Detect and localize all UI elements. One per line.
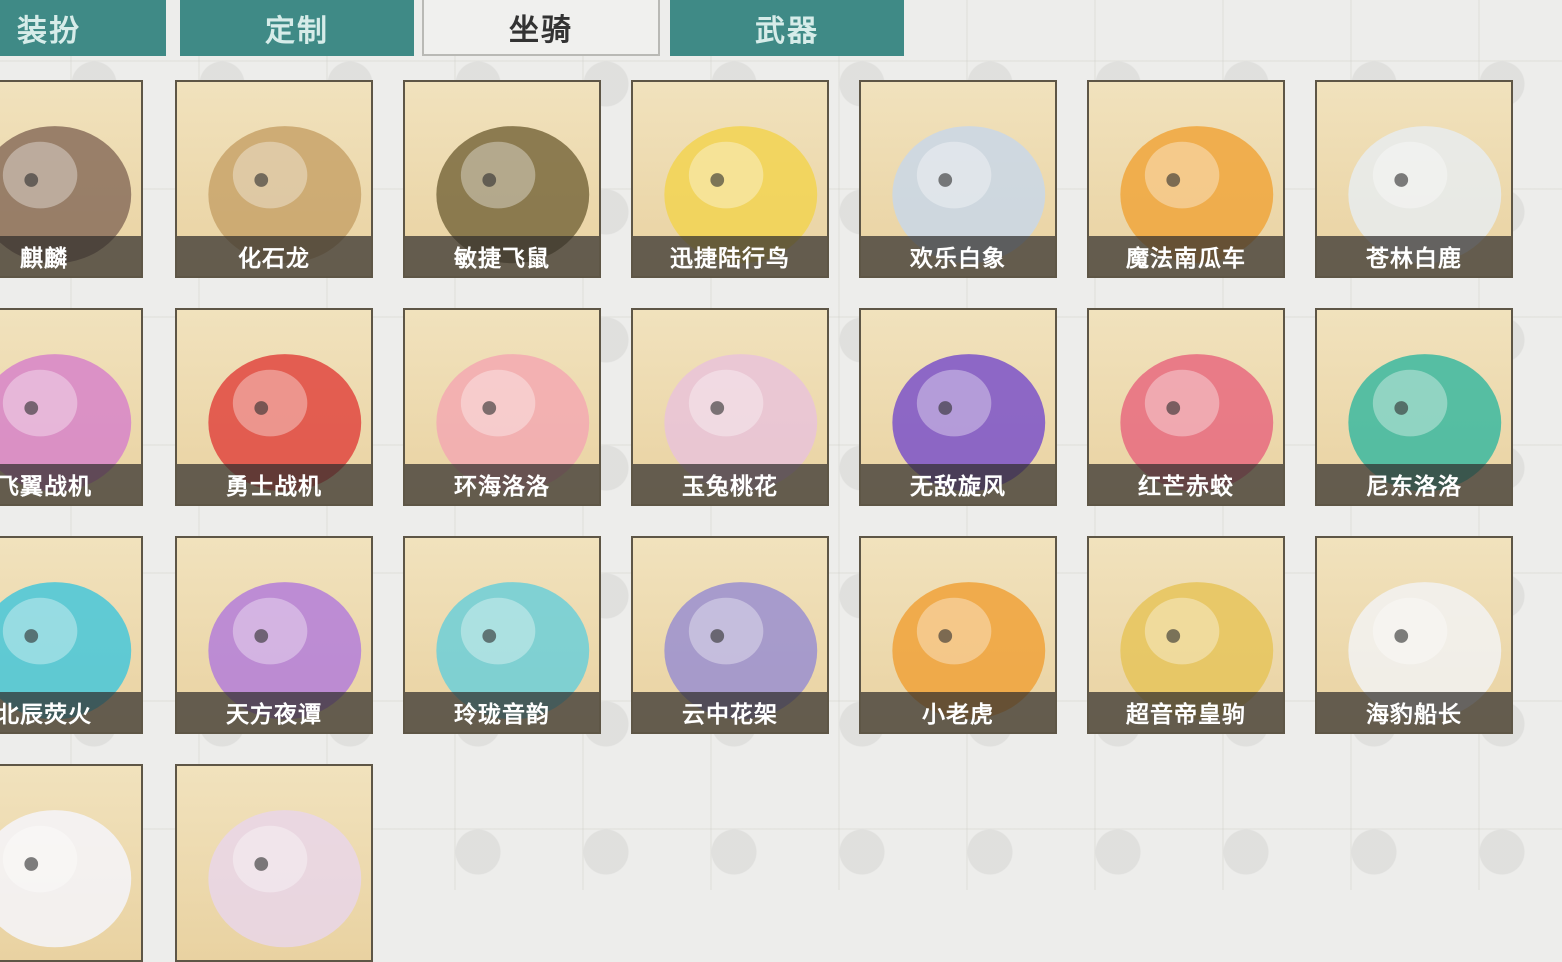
mount-card[interactable]: 敏捷飞鼠 [403, 80, 601, 278]
mount-name-label: 欢乐白象 [861, 236, 1055, 276]
mount-card[interactable]: 无敌旋风 [859, 308, 1057, 506]
mount-name-label: 小老虎 [861, 692, 1055, 732]
mount-name-label: 海豹船长 [1317, 692, 1511, 732]
white-bird-mount-icon [0, 810, 132, 948]
tab-custom[interactable]: 定制 [180, 0, 414, 56]
mount-card[interactable] [0, 764, 143, 962]
mount-name-label: 飞翼战机 [0, 464, 141, 504]
mount-card[interactable]: 飞翼战机 [0, 308, 143, 506]
mount-card[interactable]: 玲珑音韵 [403, 536, 601, 734]
mount-name-label: 红芒赤蛟 [1089, 464, 1283, 504]
mount-card[interactable]: 云中花架 [631, 536, 829, 734]
mount-name-label: 环海洛洛 [405, 464, 599, 504]
mount-name-label: 苍林白鹿 [1317, 236, 1511, 276]
mount-card[interactable]: 北辰荧火 [0, 536, 143, 734]
mount-card[interactable]: 玉兔桃花 [631, 308, 829, 506]
mount-name-label: 北辰荧火 [0, 692, 141, 732]
mount-card[interactable]: 尼东洛洛 [1315, 308, 1513, 506]
mount-card[interactable]: 红芒赤蛟 [1087, 308, 1285, 506]
mount-name-label: 无敌旋风 [861, 464, 1055, 504]
mount-name-label: 玉兔桃花 [633, 464, 827, 504]
mount-card[interactable]: 麒麟 [0, 80, 143, 278]
mount-name-label: 超音帝皇驹 [1089, 692, 1283, 732]
mount-name-label: 尼东洛洛 [1317, 464, 1511, 504]
mount-name-label: 麒麟 [0, 236, 141, 276]
mount-card[interactable]: 天方夜谭 [175, 536, 373, 734]
tab-outfit[interactable]: 装扮 [0, 0, 166, 56]
mount-card[interactable]: 欢乐白象 [859, 80, 1057, 278]
mount-name-label: 魔法南瓜车 [1089, 236, 1283, 276]
mount-card[interactable]: 超音帝皇驹 [1087, 536, 1285, 734]
paper-crane-mount-icon [208, 810, 362, 948]
mount-card[interactable]: 化石龙 [175, 80, 373, 278]
mount-name-label: 化石龙 [177, 236, 371, 276]
mount-card[interactable]: 海豹船长 [1315, 536, 1513, 734]
mount-card[interactable]: 魔法南瓜车 [1087, 80, 1285, 278]
tab-weapon[interactable]: 武器 [670, 0, 904, 56]
mount-name-label: 云中花架 [633, 692, 827, 732]
mount-name-label: 迅捷陆行鸟 [633, 236, 827, 276]
mount-card[interactable]: 迅捷陆行鸟 [631, 80, 829, 278]
mount-name-label: 玲珑音韵 [405, 692, 599, 732]
mount-card[interactable]: 环海洛洛 [403, 308, 601, 506]
mount-name-label: 天方夜谭 [177, 692, 371, 732]
mount-card[interactable] [175, 764, 373, 962]
tab-mount[interactable]: 坐骑 [422, 0, 660, 56]
mount-card[interactable]: 小老虎 [859, 536, 1057, 734]
mount-card[interactable]: 勇士战机 [175, 308, 373, 506]
mount-name-label: 敏捷飞鼠 [405, 236, 599, 276]
mount-card[interactable]: 苍林白鹿 [1315, 80, 1513, 278]
mount-name-label: 勇士战机 [177, 464, 371, 504]
